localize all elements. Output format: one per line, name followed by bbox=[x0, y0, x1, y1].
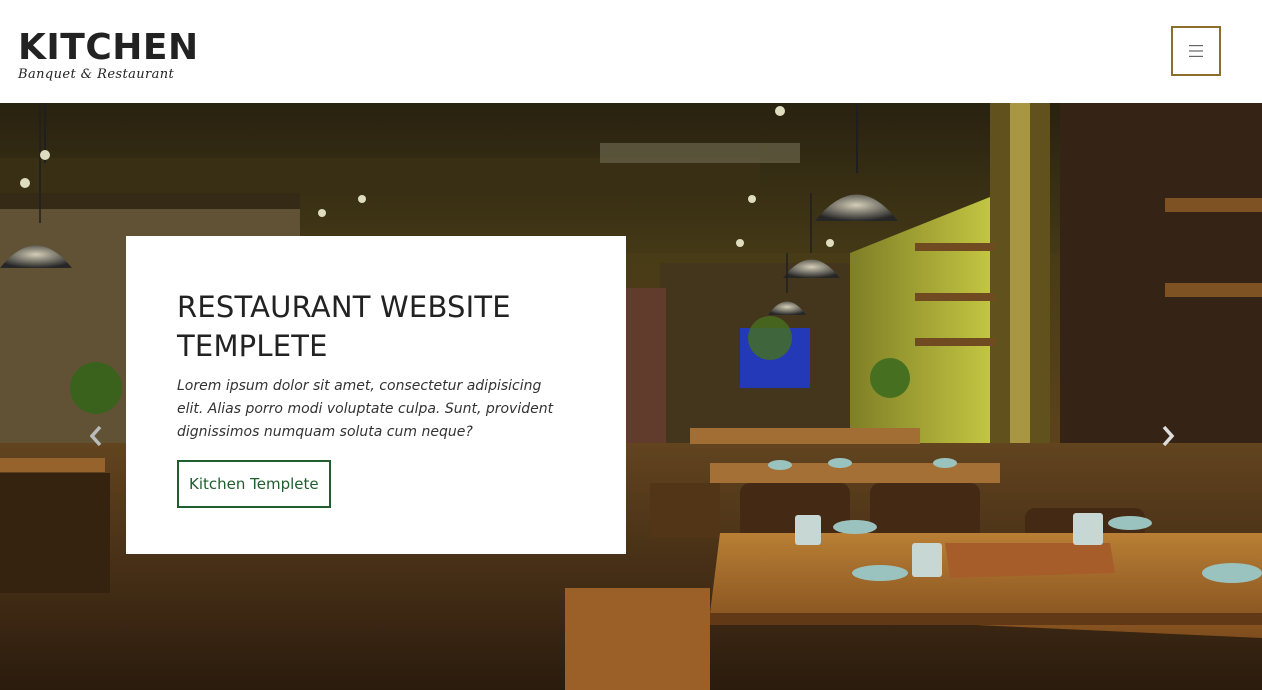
hamburger-menu-icon bbox=[1189, 44, 1203, 58]
chevron-right-icon[interactable] bbox=[1158, 423, 1178, 449]
hero-slider: RESTAURANT WEBSITE TEMPLETE Lorem ipsum … bbox=[0, 103, 1262, 690]
brand-logo[interactable]: KITCHEN Banquet & Restaurant bbox=[18, 27, 199, 83]
hero-description: Lorem ipsum dolor sit amet, consectetur … bbox=[177, 378, 554, 440]
brand-name: KITCHEN bbox=[18, 27, 199, 68]
hero-caption-card: RESTAURANT WEBSITE TEMPLETE Lorem ipsum … bbox=[126, 236, 626, 554]
chevron-left-icon[interactable] bbox=[86, 423, 106, 449]
site-header: KITCHEN Banquet & Restaurant bbox=[0, 0, 1262, 103]
hero-title: RESTAURANT WEBSITE TEMPLETE bbox=[177, 290, 511, 363]
hero-cta-button[interactable]: Kitchen Templete bbox=[177, 460, 331, 508]
brand-tagline: Banquet & Restaurant bbox=[18, 67, 175, 82]
menu-toggle-button[interactable] bbox=[1171, 26, 1221, 76]
